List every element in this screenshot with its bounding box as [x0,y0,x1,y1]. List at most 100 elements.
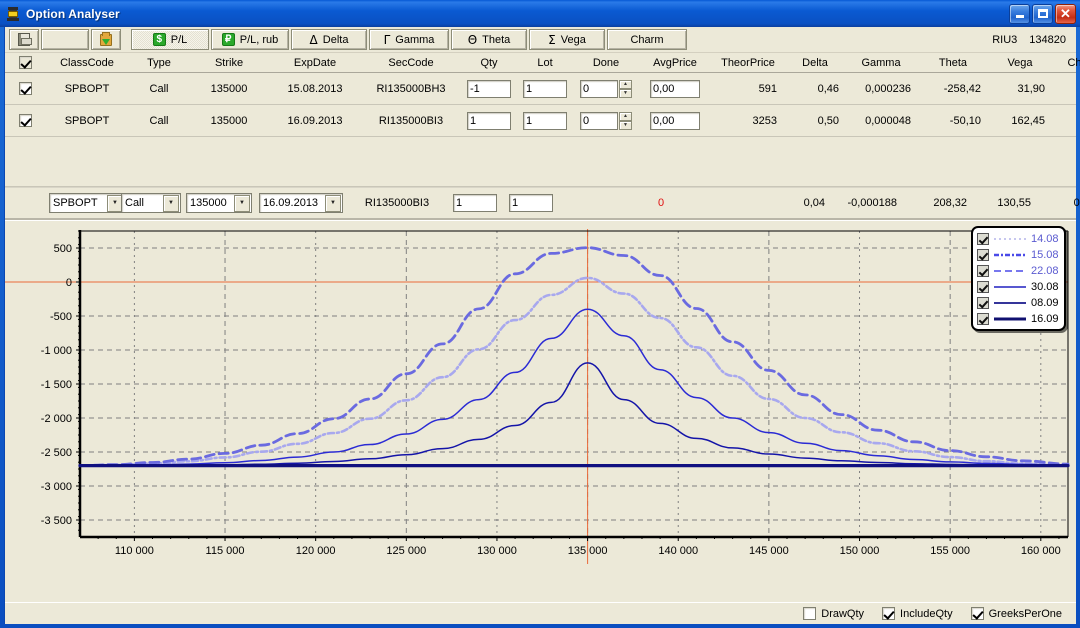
empty-toolbar-button[interactable] [41,29,89,50]
tab-pl-label: P/L [171,34,188,46]
legend-item-14-08[interactable]: 14.08 [977,231,1059,246]
legend-checkbox[interactable] [977,297,989,309]
legend-label: 30.08 [1031,281,1059,293]
legend-checkbox[interactable] [977,281,989,293]
avgprice-input[interactable]: 0,00 [650,80,700,98]
tab-theta-label: Theta [482,34,510,46]
qty-input[interactable]: -1 [467,80,511,98]
close-button[interactable]: ✕ [1055,4,1076,24]
includeqty-checkbox[interactable] [882,607,895,620]
save-button[interactable] [9,29,39,50]
legend-item-16-09[interactable]: 16.09 [977,311,1059,326]
type-select[interactable]: Call ▼ [121,193,181,213]
svg-text:-3 500: -3 500 [41,515,72,527]
table-row[interactable]: SPBOPT Call 135000 16.09.2013 RI135000BI… [5,105,1076,137]
maximize-button[interactable] [1032,4,1053,24]
add-theta: 208,32 [903,197,975,209]
title-bar: Option Analyser ✕ [0,0,1080,27]
add-qty-input[interactable]: 1 [453,194,497,212]
tab-vega[interactable]: Σ Vega [529,29,605,50]
done-stepper[interactable]: ▲▼ [619,80,632,98]
drawqty-label: DrawQty [821,608,864,620]
tab-pl[interactable]: $ P/L [131,29,209,50]
cell-expdate: 16.09.2013 [269,115,361,127]
stepper-up-icon[interactable]: ▲ [619,112,632,121]
chart-canvas[interactable]: 5000-500-1 000-1 500-2 000-2 500-3 000-3… [5,221,1077,565]
svg-text:125 000: 125 000 [386,545,426,557]
column-header-gamma: Gamma [845,57,917,69]
column-header-charm: Charm [1051,57,1080,69]
tab-pl-rub[interactable]: ₽ P/L, rub [211,29,289,50]
cell-done-wrap: 0 ▲▼ [573,112,639,130]
done-input[interactable]: 0 [580,112,618,130]
done-stepper[interactable]: ▲▼ [619,112,632,130]
tab-theta[interactable]: Θ Theta [451,29,527,50]
pl-chart[interactable]: 5000-500-1 000-1 500-2 000-2 500-3 000-3… [5,220,1076,580]
cell-vega: 31,90 [989,83,1051,95]
drawqty-checkbox[interactable] [803,607,816,620]
qty-input[interactable]: 1 [467,112,511,130]
legend-item-08-09[interactable]: 08.09 [977,295,1059,310]
chart-legend[interactable]: 14.0815.0822.08 30.08 08.0916.09 [971,226,1066,331]
legend-item-22-08[interactable]: 22.08 [977,263,1059,278]
column-header-avgprice: AvgPrice [639,57,711,69]
grid-select-all-cell[interactable] [5,56,45,69]
cell-avgprice-wrap: 0,00 [639,112,711,130]
stepper-down-icon[interactable]: ▼ [619,121,632,130]
tab-delta[interactable]: Δ Delta [291,29,367,50]
svg-text:110 000: 110 000 [115,545,154,557]
add-vega: 130,55 [975,197,1037,209]
column-header-done: Done [573,57,639,69]
cell-seccode: RI135000BI3 [361,115,461,127]
drawqty-option[interactable]: DrawQty [803,607,864,620]
classcode-select[interactable]: SPBOPT ▼ [49,193,125,213]
legend-checkbox[interactable] [977,313,989,325]
includeqty-option[interactable]: IncludeQty [882,607,953,620]
stepper-down-icon[interactable]: ▼ [619,89,632,98]
column-header-expdate: ExpDate [269,57,361,69]
add-lot-input[interactable]: 1 [509,194,553,212]
row-select-cell[interactable] [5,82,45,95]
chart-horizontal-scroll[interactable] [5,564,1076,580]
legend-item-30-08[interactable]: 30.08 [977,279,1059,294]
open-button[interactable] [91,29,121,50]
add-strike-wrap: 135000 ▼ [179,193,259,213]
svg-text:0: 0 [66,277,72,289]
done-input[interactable]: 0 [580,80,618,98]
tab-vega-label: Vega [561,34,586,46]
row-checkbox[interactable] [19,82,32,95]
minimize-button[interactable] [1009,4,1030,24]
chevron-down-icon[interactable]: ▼ [163,195,179,212]
legend-checkbox[interactable] [977,265,989,277]
add-position-row: SPBOPT ▼ Call ▼ 135000 ▼ [5,187,1076,220]
cell-classcode: SPBOPT [45,83,129,95]
type-select-value: Call [125,197,144,209]
row-checkbox[interactable] [19,114,32,127]
tab-gamma[interactable]: Γ Gamma [369,29,449,50]
stepper-up-icon[interactable]: ▲ [619,80,632,89]
greeksperone-checkbox[interactable] [971,607,984,620]
legend-item-15-08[interactable]: 15.08 [977,247,1059,262]
strike-select[interactable]: 135000 ▼ [186,193,252,213]
greeksperone-option[interactable]: GreeksPerOne [971,607,1062,620]
lot-input[interactable]: 1 [523,112,567,130]
row-select-cell[interactable] [5,114,45,127]
select-all-checkbox[interactable] [19,56,32,69]
chevron-down-icon[interactable]: ▼ [325,195,341,212]
cell-lot-wrap: 1 [517,112,573,130]
legend-checkbox[interactable] [977,249,989,261]
chevron-down-icon[interactable]: ▼ [234,195,250,212]
lot-input[interactable]: 1 [523,80,567,98]
legend-checkbox[interactable] [977,233,989,245]
table-row[interactable]: SPBOPT Call 135000 15.08.2013 RI135000BH… [5,73,1076,105]
avgprice-input[interactable]: 0,00 [650,112,700,130]
cell-type: Call [129,83,189,95]
floppy-disk-icon [18,33,30,46]
expdate-select-value: 16.09.2013 [263,197,318,209]
add-theorprice: 0 [625,197,697,209]
legend-line-swatch [993,299,1027,307]
add-lot-wrap: 1 [503,194,559,212]
expdate-select[interactable]: 16.09.2013 ▼ [259,193,343,213]
tab-charm[interactable]: Charm [607,29,687,50]
cell-qty-wrap: -1 [461,80,517,98]
